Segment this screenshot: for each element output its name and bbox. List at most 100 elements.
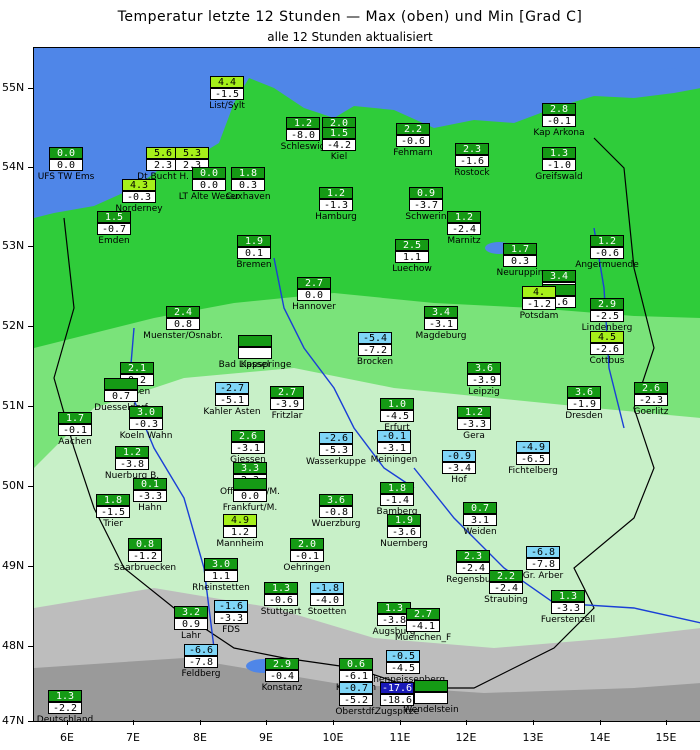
station-min-value: -2.6 — [590, 343, 624, 355]
station-name: Brocken — [356, 357, 394, 367]
station-min-value: 0.1 — [237, 247, 271, 259]
station-max-value: 5.3 — [175, 147, 209, 159]
station-name: Fehmarn — [393, 148, 433, 158]
station-min-value: -3.1 — [424, 318, 458, 330]
station-name: Hannover — [292, 302, 336, 312]
station-min-value — [238, 347, 272, 359]
station-min-value: -3.3 — [214, 612, 248, 624]
station-max-value: -0.9 — [442, 450, 476, 462]
station-max-value: 4. — [522, 286, 556, 298]
station-min-value: -0.3 — [122, 191, 156, 203]
station-max-value: 2.9 — [590, 298, 624, 310]
station-name: Magdeburg — [415, 331, 467, 341]
lon-tick — [600, 720, 601, 725]
station-name: Potsdam — [519, 311, 559, 321]
lat-tick — [28, 406, 33, 407]
station-max-value: 1.8 — [96, 494, 130, 506]
station-name: Trier — [103, 519, 123, 529]
lon-tick — [466, 720, 467, 725]
station-name: Fichtelberg — [508, 466, 558, 476]
station-min-value: 0.3 — [503, 255, 537, 267]
lon-tick — [133, 720, 134, 725]
station-min-value: 1.2 — [223, 526, 257, 538]
station-max-value: 1.9 — [387, 514, 421, 526]
lon-tick — [266, 720, 267, 725]
station-min-value: -4.5 — [380, 410, 414, 422]
station-max-value: 1.7 — [58, 412, 92, 424]
station-max-value: 1.2 — [115, 446, 149, 458]
lat-label: 48N — [2, 639, 25, 652]
station-name: List/Sylt — [209, 101, 245, 111]
station-max-value: 1.3 — [551, 590, 585, 602]
station-max-value: 2.5 — [395, 239, 429, 251]
station-min-value: -2.4 — [489, 582, 523, 594]
station-max-value: 2.6 — [231, 430, 265, 442]
station-name: Angermuende — [575, 260, 639, 270]
station-name: Feldberg — [181, 669, 221, 679]
station-name: Luechow — [392, 264, 432, 274]
map-subtitle: alle 12 Stunden aktualisiert — [267, 30, 433, 44]
lat-tick — [28, 646, 33, 647]
lon-label: 13E — [522, 731, 544, 744]
station-min-value: -3.4 — [442, 462, 476, 474]
lat-tick — [28, 721, 33, 722]
station-max-value: 1.5 — [97, 211, 131, 223]
station-min-value: -3.7 — [409, 199, 443, 211]
station-max-value: 4.4 — [210, 76, 244, 88]
station-max-value — [104, 378, 138, 390]
lat-label: 53N — [2, 239, 25, 252]
station-max-value: 1.9 — [237, 235, 271, 247]
station-max-value: -5.4 — [358, 332, 392, 344]
lon-label: 12E — [455, 731, 477, 744]
lon-tick — [400, 720, 401, 725]
station-max-value: 2.9 — [265, 658, 299, 670]
station-min-value: -1.5 — [210, 88, 244, 100]
station-min-value: -1.3 — [319, 199, 353, 211]
station-min-value: 1.1 — [395, 251, 429, 263]
station-min-value: -0.6 — [590, 247, 624, 259]
station-name: Fuerstenzell — [540, 615, 596, 625]
station-max-value: 1.3 — [542, 147, 576, 159]
station-min-value: -3.9 — [270, 398, 304, 410]
station-name: Kahler Asten — [203, 407, 261, 417]
lat-label: 49N — [2, 559, 25, 572]
station-name: Dresden — [565, 411, 603, 421]
station-max-value: 2.2 — [396, 123, 430, 135]
station-name: Hamburg — [315, 212, 357, 222]
station-name: Saarbruecken — [113, 563, 177, 573]
station-max-value: 1.2 — [447, 211, 481, 223]
lat-tick — [28, 167, 33, 168]
station-name: Cottbus — [589, 356, 625, 366]
station-min-value: 0.0 — [297, 289, 331, 301]
station-max-value: 1.3 — [48, 690, 82, 702]
station-name: Schleswig — [280, 142, 326, 152]
lon-tick — [533, 720, 534, 725]
station-min-value: 3.1 — [463, 514, 497, 526]
station-max-value — [414, 680, 448, 692]
station-max-value: 0.9 — [409, 187, 443, 199]
station-min-value: -4.5 — [386, 662, 420, 674]
station-max-value: 2.3 — [456, 550, 490, 562]
station-name: Mannheim — [216, 539, 264, 549]
station-min-value: 0.0 — [233, 490, 267, 502]
station-name: Meiningen — [370, 455, 418, 465]
station-name: Frankfurt/M. — [222, 503, 278, 513]
station-min-value: 0.7 — [104, 390, 138, 402]
station-min-value: -0.6 — [396, 135, 430, 147]
station-max-value: 0.6 — [339, 658, 373, 670]
station-name: Konstanz — [261, 683, 303, 693]
lon-label: 14E — [589, 731, 611, 744]
lat-label: 55N — [2, 81, 25, 94]
station-min-value: -1.2 — [522, 298, 556, 310]
station-max-value: 1.8 — [380, 482, 414, 494]
station-max-value: 2.2 — [489, 570, 523, 582]
station-name: Schwerin — [405, 212, 447, 222]
station-min-value: -4.2 — [322, 139, 356, 151]
lat-tick — [28, 566, 33, 567]
station-name: Weiden — [463, 527, 497, 537]
station-min-value: -6.1 — [339, 670, 373, 682]
lon-label: 11E — [389, 731, 411, 744]
station-name: Bremen — [236, 260, 272, 270]
station-max-value: 1.5 — [322, 127, 356, 139]
station-name: Fritzlar — [271, 411, 303, 421]
